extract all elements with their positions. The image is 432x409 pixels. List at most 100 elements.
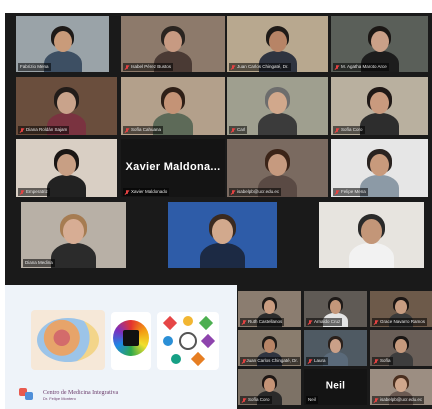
mic-off-icon: [20, 189, 24, 195]
participant-tile[interactable]: Isabel Pérez Bustos: [121, 16, 225, 72]
participant-video: [168, 202, 277, 268]
participant-name: isabelpb@ucr.edu.ec: [380, 397, 423, 402]
participant-face: [268, 154, 287, 177]
participant-face: [57, 154, 76, 177]
participant-tile[interactable]: Juan Carlos Chingaté, Dr.: [227, 16, 328, 72]
participant-face: [268, 30, 287, 52]
participant-tile[interactable]: Ruth Castellanos: [238, 291, 301, 327]
participant-name: M. Agatha Maroto Arce: [341, 64, 387, 69]
participant-tile[interactable]: M. Agatha Maroto Arce: [331, 16, 428, 72]
participant-face: [370, 30, 389, 52]
participant-body: [359, 112, 400, 135]
participant-tile[interactable]: Juan Carlos Chingaté, Dr.: [238, 330, 301, 366]
participant-body: [46, 174, 87, 197]
participant-tile[interactable]: Sofía Cahuana: [121, 77, 225, 135]
participant-tile[interactable]: Sofía: [370, 330, 432, 366]
participant-face: [370, 92, 389, 115]
participant-face: [263, 300, 276, 314]
participant-tile[interactable]: Diana Roldán Sajam: [16, 77, 117, 135]
participant-name: Isabel Pérez Bustos: [131, 64, 172, 69]
participant-nameplate: isabelpb@ucr.edu.ec: [372, 396, 425, 404]
participant-face: [164, 30, 182, 52]
participant-video: [319, 202, 424, 268]
clinic-logo-title: Centro de Medicina Integrativa: [43, 389, 119, 396]
participant-nameplate: Felipe Mena: [333, 188, 368, 196]
participant-tile[interactable]: Sofía Coro: [238, 369, 301, 405]
participant-name: Neil: [308, 397, 316, 402]
participant-name: Sofía Cahuana: [131, 127, 162, 132]
participant-name: Juan Carlos Chingaté, Dr.: [237, 64, 289, 69]
clinic-logo-subtitle: Dr. Felipe Montero: [43, 395, 76, 401]
participant-body: [348, 242, 395, 268]
participant-name: Carl: [237, 127, 246, 132]
participant-nameplate: Sofía Coro: [240, 396, 272, 404]
cell-diagram-image: [31, 310, 105, 370]
participant-face: [57, 92, 76, 115]
participant-name: Sofía: [380, 358, 391, 363]
mic-off-icon: [308, 319, 312, 325]
participant-name: Xavier Maldonado: [131, 189, 168, 194]
participant-face: [53, 30, 72, 52]
mic-off-icon: [231, 64, 235, 70]
participant-name: Laura: [314, 358, 326, 363]
participant-name: Juan Carlos Chingaté, Dr.: [246, 358, 298, 363]
participant-nameplate: Fabrizio Mena: [18, 63, 51, 71]
participant-face: [211, 219, 234, 245]
participant-nameplate: Grace Navarro Ramos: [372, 318, 428, 326]
participant-tile[interactable]: Diana Medina: [21, 202, 126, 268]
participant-tile[interactable]: Fabrizio Mena: [16, 16, 109, 72]
participant-nameplate: Xavier Maldonado: [123, 188, 170, 196]
participant-tile[interactable]: Xavier Maldona... Xavier Maldonado: [121, 139, 225, 197]
mic-off-icon: [125, 127, 129, 133]
participant-nameplate: Juan Carlos Chingaté, Dr.: [229, 63, 291, 71]
mic-off-icon: [20, 127, 24, 133]
participant-tile[interactable]: Emperatriz: [16, 139, 117, 197]
participant-tile[interactable]: Sofía Coro: [331, 77, 428, 135]
participant-nameplate: isabelpb@ucr.edu.ec: [229, 188, 282, 196]
clinic-logo-icon: [19, 388, 39, 402]
participant-tile[interactable]: isabelpb@ucr.edu.ec: [370, 369, 432, 405]
participant-nameplate: Juan Carlos Chingaté, Dr.: [240, 357, 300, 365]
mic-off-icon: [374, 319, 378, 325]
chakra-symbols-image: [157, 312, 219, 370]
mic-off-icon: [335, 189, 339, 195]
participant-nameplate: Neil: [306, 396, 318, 404]
participant-nameplate: Sofía Cahuana: [123, 126, 164, 134]
mic-off-icon: [242, 358, 246, 364]
participant-nameplate: Laura: [306, 357, 328, 365]
participant-nameplate: Ruth Castellanos: [240, 318, 285, 326]
mic-off-icon: [374, 397, 378, 403]
mic-off-icon: [242, 319, 246, 325]
participant-display-name: Neil: [325, 380, 346, 392]
mic-off-icon: [242, 397, 246, 403]
mic-off-icon: [231, 189, 235, 195]
participant-face: [163, 92, 183, 115]
participant-face: [263, 339, 276, 353]
video-conference-window: Fabrizio Mena Isabel Pérez Bustos Juan Car…: [0, 0, 432, 409]
participant-tile[interactable]: Grace Navarro Ramos: [370, 291, 432, 327]
mic-off-icon: [335, 127, 339, 133]
shared-screen: Centro de Medicina Integrativa Dr. Felip…: [5, 285, 237, 409]
participant-tile[interactable]: Neil Neil: [304, 369, 367, 405]
participant-nameplate: Diana Roldán Sajam: [18, 126, 70, 134]
participant-tile[interactable]: Arnaldo Cruz: [304, 291, 367, 327]
participant-name: Diana Medina: [25, 260, 53, 265]
participant-tile[interactable]: Laura: [304, 330, 367, 366]
participant-tile[interactable]: isabelpb@ucr.edu.ec: [227, 139, 328, 197]
mic-off-icon: [335, 64, 339, 70]
participant-tile[interactable]: Carl: [227, 77, 328, 135]
participant-tile[interactable]: Felipe Mena: [331, 139, 428, 197]
participant-name: Sofía Coro: [248, 397, 270, 402]
participant-name: Grace Navarro Ramos: [380, 319, 426, 324]
participant-body: [199, 242, 246, 268]
participant-tile[interactable]: [168, 202, 277, 268]
participant-name: Emperatriz: [26, 189, 48, 194]
clinic-logo: Centro de Medicina Integrativa Dr. Felip…: [19, 388, 118, 402]
participant-name: Fabrizio Mena: [20, 64, 49, 69]
mic-off-icon: [125, 189, 129, 195]
participant-nameplate: Emperatriz: [18, 188, 50, 196]
participant-tile[interactable]: [319, 202, 424, 268]
participant-name: isabelpb@ucr.edu.ec: [237, 189, 280, 194]
mic-off-icon: [374, 358, 378, 364]
participant-nameplate: Sofía Coro: [333, 126, 365, 134]
